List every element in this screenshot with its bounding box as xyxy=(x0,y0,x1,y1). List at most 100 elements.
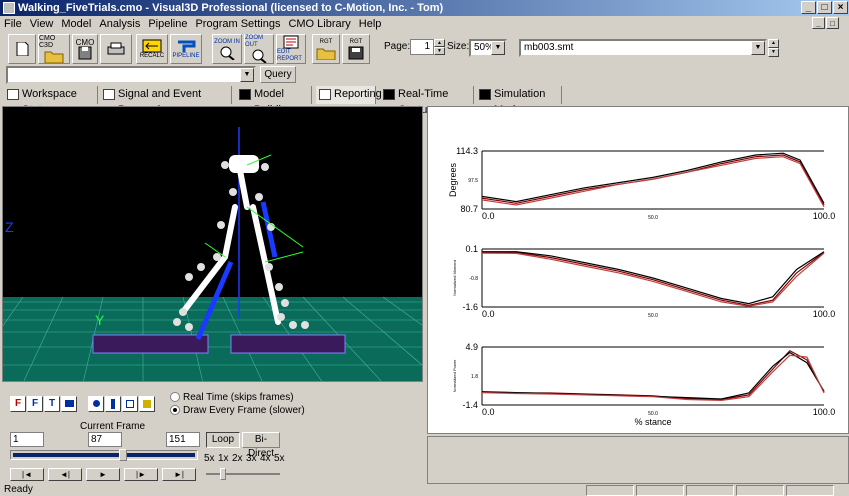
first-frame-button[interactable]: F xyxy=(10,396,26,412)
axis-label-z: Z xyxy=(5,219,14,235)
report-charts: 114.3 97.5 80.7 0.0 50.0 100.0 Degrees 0.1 -0.8 -… xyxy=(448,146,836,427)
y-tick-label-0-0: 114.3 xyxy=(456,146,478,156)
speed-label-2[interactable]: 2x xyxy=(232,453,243,464)
report-file-select[interactable]: mb003.smt ▼ xyxy=(519,39,767,57)
report-spinner[interactable]: ▲ ▼ xyxy=(768,39,779,57)
minimize-button[interactable]: _ xyxy=(801,1,816,14)
frame-slider[interactable] xyxy=(10,449,198,461)
menu-file[interactable]: File xyxy=(0,16,26,32)
size-select[interactable]: 50% ▼ xyxy=(469,39,507,57)
menu-model[interactable]: Model xyxy=(57,16,95,32)
menu-view[interactable]: View xyxy=(26,16,58,32)
play-button[interactable]: ► xyxy=(86,468,120,481)
page-input[interactable]: 1 xyxy=(410,39,434,55)
chevron-down-icon[interactable]: ▼ xyxy=(240,68,254,82)
landmark-view-button[interactable] xyxy=(122,396,138,412)
recalc-button[interactable]: RECALC xyxy=(136,34,168,64)
speed-label-5[interactable]: 5x xyxy=(274,453,285,464)
x-tick-label-1-2: 100.0 xyxy=(813,309,836,319)
tab-signal-event-processing[interactable]: Signal and Event Processing xyxy=(100,86,232,116)
current-frame-input[interactable]: 87 xyxy=(88,432,122,447)
speed-slider[interactable] xyxy=(206,468,280,480)
mdi-controls: _ □ xyxy=(812,17,846,31)
y-tick-label-2-1: 1.8 xyxy=(471,374,478,380)
y-tick-label-2-2: -1.4 xyxy=(462,400,478,410)
x-tick-label-0-2: 100.0 xyxy=(813,211,836,221)
chevron-down-icon[interactable]: ▼ xyxy=(751,41,765,55)
mdi-maximize-button[interactable]: □ xyxy=(826,17,839,29)
report-up-icon[interactable]: ▲ xyxy=(768,39,779,48)
loop-button[interactable]: Loop xyxy=(206,432,240,448)
tab-real-time-capture[interactable]: Real-Time Capture xyxy=(380,86,474,116)
menu-pipeline[interactable]: Pipeline xyxy=(144,16,191,32)
menu-help[interactable]: Help xyxy=(355,16,386,32)
radio-draw-every-frame[interactable] xyxy=(170,405,180,415)
x-tick-label-0-0: 0.0 xyxy=(482,211,495,221)
pipeline-button[interactable]: PIPELINE xyxy=(170,34,202,64)
cmo-button[interactable]: CMO xyxy=(72,34,98,64)
open-cmo-c3d-button[interactable]: CMO C3D xyxy=(38,34,70,64)
goto-end-button[interactable]: ►| xyxy=(162,468,196,481)
y-axis-label-1: Normalized Moment xyxy=(452,259,457,296)
speed-slider-thumb[interactable] xyxy=(220,468,226,480)
mdi-minimize-button[interactable]: _ xyxy=(812,17,825,29)
y-axis-label-0: Degrees xyxy=(448,162,458,197)
report-down-icon[interactable]: ▼ xyxy=(768,48,779,57)
time-button[interactable]: T xyxy=(44,396,60,412)
app-icon xyxy=(3,2,15,14)
zoom-in-button[interactable]: ZOOM IN xyxy=(212,34,242,64)
query-select[interactable]: ▼ xyxy=(6,66,256,84)
tab-simulation-mode[interactable]: Simulation Mode xyxy=(476,86,562,116)
marker-icon xyxy=(92,400,100,407)
3d-viewport[interactable]: Z Y xyxy=(2,106,423,382)
tab-workspace-status[interactable]: Workspace Status xyxy=(4,86,98,116)
edit-report-button[interactable]: EDIT REPORT xyxy=(276,34,306,64)
goto-start-button[interactable]: |◄ xyxy=(10,468,44,481)
speed-label-3[interactable]: 3x xyxy=(246,453,257,464)
rgt-button-2[interactable]: RGT xyxy=(342,34,370,64)
menu-bar: File View Model Analysis Pipeline Program Set… xyxy=(0,16,849,32)
x-tick-label-2-0: 0.0 xyxy=(482,407,495,417)
tab-model-building[interactable]: Model Building xyxy=(236,86,312,116)
menu-analysis[interactable]: Analysis xyxy=(95,16,144,32)
start-frame-input[interactable]: 1 xyxy=(10,432,44,447)
menu-program-settings[interactable]: Program Settings xyxy=(191,16,284,32)
page-down-icon[interactable]: ▼ xyxy=(434,47,445,55)
new-file-icon xyxy=(16,42,29,56)
close-button[interactable]: × xyxy=(833,1,848,14)
series-line-0-1 xyxy=(481,152,825,204)
step-back-button[interactable]: ◄| xyxy=(48,468,82,481)
y-axis-label-2: Normalized Power xyxy=(452,359,457,392)
speed-label-4[interactable]: 4x xyxy=(260,453,271,464)
3d-scene: Z Y xyxy=(3,127,422,381)
segment-view-button[interactable] xyxy=(105,396,121,412)
query-button[interactable]: Query xyxy=(260,66,296,83)
step-forward-button[interactable]: |► xyxy=(124,468,158,481)
zoom-out-button[interactable]: ZOOM OUT xyxy=(244,34,274,64)
marker-view-button[interactable] xyxy=(88,396,104,412)
tab-reporting[interactable]: Reporting xyxy=(316,86,382,104)
module-tabs: Workspace Status Signal and Event Proces… xyxy=(0,86,849,116)
status-text: Ready xyxy=(4,484,33,495)
radio-realtime[interactable] xyxy=(170,392,180,402)
frame-step-button[interactable]: F xyxy=(27,396,43,412)
speed-label-1[interactable]: 1x xyxy=(218,453,229,464)
page-up-icon[interactable]: ▲ xyxy=(434,39,445,47)
chevron-down-icon[interactable]: ▼ xyxy=(491,41,505,55)
frame-slider-thumb[interactable] xyxy=(119,449,127,461)
menu-cmo-library[interactable]: CMO Library xyxy=(284,16,354,32)
end-frame-input[interactable]: 151 xyxy=(166,432,200,447)
camera-button[interactable] xyxy=(61,396,77,412)
status-pane-2 xyxy=(636,485,684,496)
new-file-button[interactable] xyxy=(8,34,36,64)
y-tick-label-1-2: -1.6 xyxy=(462,302,478,312)
edit-report-icon xyxy=(283,35,299,49)
force-view-button[interactable] xyxy=(139,396,155,412)
series-line-2-2 xyxy=(481,354,825,402)
page-spinner[interactable]: ▲ ▼ xyxy=(434,39,445,55)
maximize-button[interactable]: □ xyxy=(817,1,832,14)
bidirect-button[interactable]: Bi-Direct xyxy=(242,432,280,459)
speed-label-0[interactable]: 5x xyxy=(204,453,215,464)
print-button[interactable] xyxy=(100,34,132,64)
rgt-button-1[interactable]: RGT xyxy=(312,34,340,64)
